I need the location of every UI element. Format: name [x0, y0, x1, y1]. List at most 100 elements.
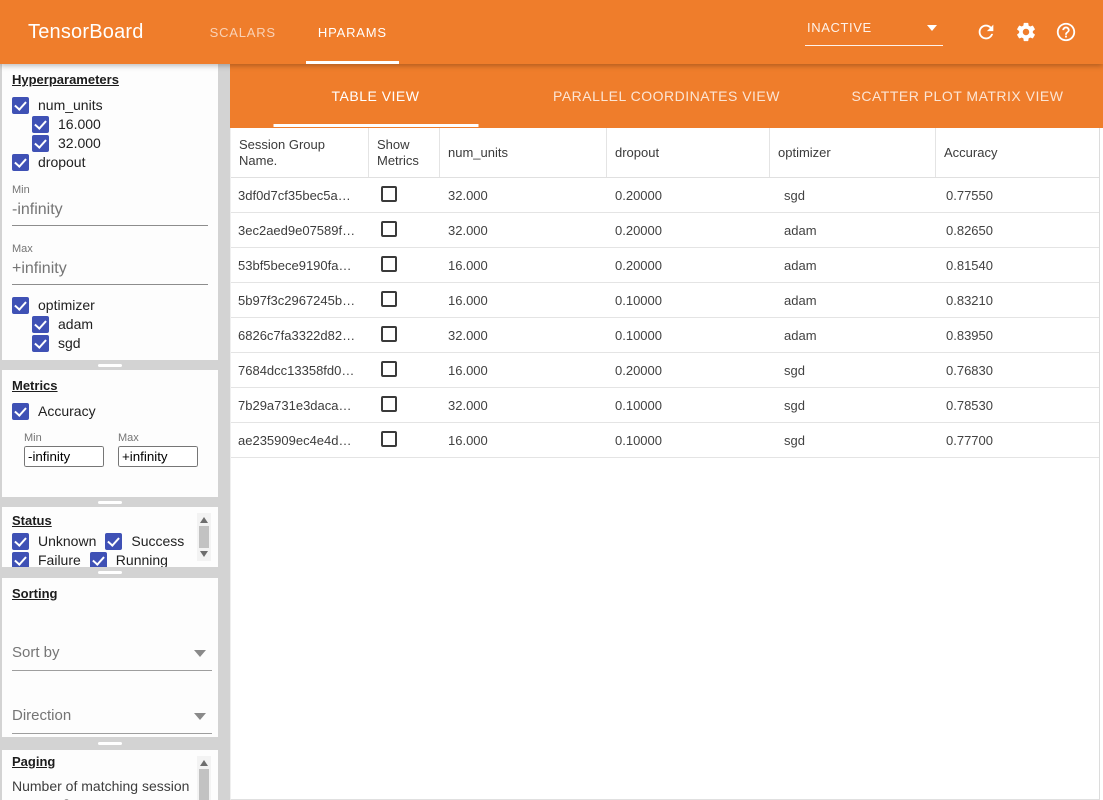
tab-hparams-label: HPARAMS	[318, 25, 387, 40]
table-empty-area	[231, 458, 1099, 799]
direction-select[interactable]: Direction	[12, 701, 212, 734]
refresh-icon	[975, 21, 997, 43]
app-bar-controls: INACTIVE	[805, 18, 1103, 46]
show-metrics-checkbox[interactable]	[381, 396, 397, 412]
scroll-down-icon[interactable]	[200, 551, 208, 557]
paging-scrollbar[interactable]	[197, 756, 211, 800]
session-group-name: 5b97f3c2967245b…	[231, 293, 369, 308]
chevron-down-icon	[194, 713, 206, 720]
accuracy-max-input[interactable]	[118, 446, 198, 467]
table-row: 53bf5bece9190fa… 16.000 0.20000 adam 0.8…	[231, 248, 1099, 283]
show-metrics-checkbox[interactable]	[381, 361, 397, 377]
status-failure-checkbox[interactable]	[12, 552, 29, 568]
accuracy-value: 0.83950	[936, 328, 1099, 343]
scroll-up-icon[interactable]	[200, 760, 208, 766]
table-row: ae235909ec4e4d… 16.000 0.10000 sgd 0.777…	[231, 423, 1099, 458]
show-metrics-checkbox[interactable]	[381, 221, 397, 237]
status-failure-row: Failure	[12, 551, 81, 567]
status-running-row: Running	[90, 551, 168, 567]
tab-parallel-coordinates-view[interactable]: PARALLEL COORDINATES VIEW	[521, 64, 812, 128]
sorting-title: Sorting	[12, 586, 208, 601]
scroll-up-icon[interactable]	[200, 517, 208, 523]
table-header: Session Group Name. Show Metrics num_uni…	[231, 128, 1099, 178]
hparam-optimizer-adam-row: adam	[32, 315, 208, 333]
accuracy-checkbox[interactable]	[12, 403, 29, 420]
optimizer-sgd-checkbox[interactable]	[32, 335, 49, 352]
section-resize-handle[interactable]	[98, 364, 122, 367]
panel-gap	[2, 737, 218, 750]
accuracy-value: 0.82650	[936, 223, 1099, 238]
accuracy-min-input[interactable]	[24, 446, 104, 467]
num-units-checkbox[interactable]	[12, 97, 29, 114]
optimizer-checkbox[interactable]	[12, 297, 29, 314]
num-units-32-checkbox[interactable]	[32, 135, 49, 152]
status-dropdown-value: INACTIVE	[807, 20, 872, 35]
session-group-name: 7b29a731e3daca…	[231, 398, 369, 413]
dropout-min-input[interactable]	[12, 198, 208, 226]
section-resize-handle[interactable]	[98, 571, 122, 574]
tab-table-view[interactable]: TABLE VIEW	[230, 64, 521, 128]
table-row: 5b97f3c2967245b… 16.000 0.10000 adam 0.8…	[231, 283, 1099, 318]
settings-button[interactable]	[1015, 21, 1037, 43]
scrollbar-thumb[interactable]	[199, 769, 209, 800]
hparam-optimizer-sgd-row: sgd	[32, 334, 208, 352]
optimizer-value: sgd	[770, 363, 936, 378]
optimizer-adam-checkbox[interactable]	[32, 316, 49, 333]
status-unknown-checkbox[interactable]	[12, 533, 29, 550]
dropout-min-label: Min	[12, 184, 208, 196]
accuracy-max-label: Max	[118, 432, 198, 444]
help-button[interactable]	[1055, 21, 1077, 43]
optimizer-value: sgd	[770, 398, 936, 413]
show-metrics-checkbox[interactable]	[381, 186, 397, 202]
accuracy-minmax: Min Max	[24, 432, 208, 467]
section-resize-handle[interactable]	[98, 501, 122, 504]
session-group-name: 53bf5bece9190fa…	[231, 258, 369, 273]
tab-table-view-label: TABLE VIEW	[332, 88, 420, 104]
scrollbar-thumb[interactable]	[199, 526, 209, 548]
paging-panel: Paging Number of matching session groups…	[2, 750, 218, 800]
metric-accuracy-row: Accuracy	[12, 402, 208, 420]
table-row: 6826c7fa3322d82… 32.000 0.10000 adam 0.8…	[231, 318, 1099, 353]
app-nav: SCALARS HPARAMS	[198, 0, 417, 64]
app-title: TensorBoard	[28, 21, 144, 44]
metrics-panel: Metrics Accuracy Min Max	[2, 370, 218, 497]
status-unknown-label: Unknown	[38, 533, 96, 550]
dropout-value: 0.10000	[607, 433, 770, 448]
status-success-checkbox[interactable]	[105, 533, 122, 550]
sort-by-select[interactable]: Sort by	[12, 638, 212, 671]
tab-scatter-plot-matrix-label: SCATTER PLOT MATRIX VIEW	[852, 88, 1064, 104]
num-units-label: num_units	[38, 97, 103, 114]
hyperparameters-panel: Hyperparameters num_units 16.000 32.000 …	[2, 64, 218, 360]
hparam-num-units-row: num_units	[12, 96, 208, 114]
tab-scalars[interactable]: SCALARS	[198, 0, 288, 64]
help-icon	[1055, 21, 1077, 43]
hyperparameters-title: Hyperparameters	[12, 72, 208, 87]
app-bar: TensorBoard SCALARS HPARAMS INACTIVE	[0, 0, 1103, 64]
show-metrics-checkbox[interactable]	[381, 256, 397, 272]
optimizer-value: sgd	[770, 188, 936, 203]
dropout-value: 0.20000	[607, 188, 770, 203]
num-units-16-checkbox[interactable]	[32, 116, 49, 133]
status-success-row: Success	[105, 532, 184, 550]
dropout-checkbox[interactable]	[12, 154, 29, 171]
panel-gap	[2, 567, 218, 578]
show-metrics-checkbox[interactable]	[381, 291, 397, 307]
col-optimizer: optimizer	[770, 128, 936, 177]
tab-hparams[interactable]: HPARAMS	[306, 0, 399, 64]
section-resize-handle[interactable]	[98, 742, 122, 745]
refresh-button[interactable]	[975, 21, 997, 43]
show-metrics-checkbox[interactable]	[381, 326, 397, 342]
status-scrollbar[interactable]	[197, 513, 211, 561]
dropout-value: 0.20000	[607, 258, 770, 273]
paging-info: Number of matching session groups: 8	[12, 777, 192, 800]
accuracy-max-field: Max	[118, 432, 198, 467]
status-running-checkbox[interactable]	[90, 552, 107, 568]
dropout-value: 0.20000	[607, 363, 770, 378]
accuracy-label: Accuracy	[38, 403, 96, 420]
dropout-max-input[interactable]	[12, 257, 208, 285]
show-metrics-checkbox[interactable]	[381, 431, 397, 447]
tab-scatter-plot-matrix-view[interactable]: SCATTER PLOT MATRIX VIEW	[812, 64, 1103, 128]
status-dropdown[interactable]: INACTIVE	[805, 18, 943, 46]
dropout-max-label: Max	[12, 243, 208, 255]
col-accuracy: Accuracy	[936, 128, 1099, 177]
